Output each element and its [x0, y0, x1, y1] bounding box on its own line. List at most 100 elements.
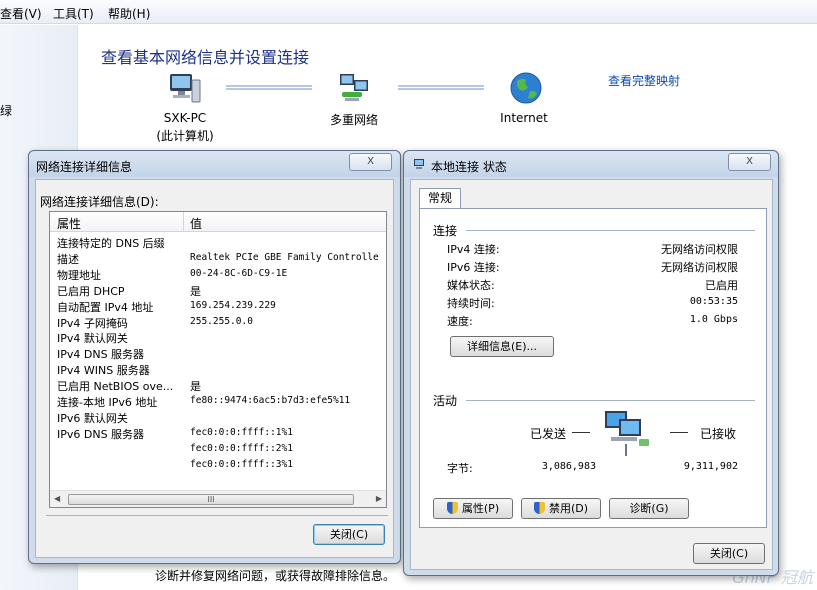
table-row[interactable]: 已启用 NetBIOS ove... 是	[50, 377, 386, 393]
table-row[interactable]: IPv4 子网掩码 255.255.0.0	[50, 314, 386, 330]
details-titlebar-close-button[interactable]: X	[349, 153, 392, 171]
row-property: 自动配置 IPv4 地址	[57, 300, 154, 314]
row-value: 169.254.239.229	[190, 299, 276, 311]
status-titlebar[interactable]: 本地连接 状态 X	[404, 151, 778, 177]
table-row[interactable]: 连接特定的 DNS 后缀	[50, 234, 386, 250]
map-connector-2	[398, 85, 484, 90]
table-row[interactable]: 自动配置 IPv4 地址 169.254.239.229	[50, 298, 386, 314]
scroll-right-icon[interactable]: ▶	[376, 494, 382, 503]
table-row[interactable]: 已启用 DHCP 是	[50, 282, 386, 298]
row-value: 是	[190, 380, 201, 394]
bytes-received-value: 9,311,902	[683, 461, 738, 472]
this-computer-label: SXK-PC (此计算机)	[145, 111, 225, 144]
scroll-left-icon[interactable]: ◀	[54, 494, 60, 503]
status-client-area: 常规 连接 IPv4 连接: 无网络访问权限 IPv6 连接: 无网络访问权限 媒体状态…	[410, 179, 773, 570]
menu-help[interactable]: 帮助(H)	[108, 5, 150, 22]
details-group-label: 网络连接详细信息(D):	[40, 195, 159, 209]
bytes-label: 字节:	[447, 462, 473, 475]
internet-label[interactable]: Internet	[484, 111, 564, 125]
properties-button[interactable]: 属性(P)	[433, 498, 513, 519]
details-button[interactable]: 详细信息(E)...	[450, 336, 554, 357]
connection-row-value: 无网络访问权限	[661, 243, 738, 256]
status-titlebar-close-button[interactable]: X	[728, 153, 771, 171]
table-row[interactable]: 描述 Realtek PCIe GBE Family Controlle	[50, 250, 386, 266]
scroll-thumb[interactable]: III	[68, 494, 354, 505]
row-property: 连接特定的 DNS 后缀	[57, 237, 165, 250]
details-title: 网络连接详细信息	[36, 160, 133, 174]
details-list-header: 属性 值	[50, 212, 386, 232]
column-header-property[interactable]: 属性	[57, 215, 81, 232]
row-property: IPv4 DNS 服务器	[57, 348, 145, 362]
connection-row-value: 00:53:35	[689, 296, 738, 307]
globe-icon	[510, 72, 542, 104]
this-computer-sublabel: (此计算机)	[156, 129, 214, 143]
connection-row-value: 1.0 Gbps	[689, 314, 738, 325]
network-details-dialog: 网络连接详细信息 X 网络连接详细信息(D): 属性 值 连接特定的 DNS 后…	[28, 150, 401, 564]
sent-label: 已发送	[530, 427, 567, 441]
menu-bar: 查看(V) 工具(T) 帮助(H)	[0, 0, 817, 24]
diagnose-button[interactable]: 诊断(G)	[609, 498, 689, 519]
computer-icon	[170, 74, 201, 103]
status-close-button[interactable]: 关闭(C)	[693, 543, 765, 564]
row-property: IPv4 默认网关	[57, 332, 128, 346]
details-titlebar[interactable]: 网络连接详细信息 X	[29, 151, 400, 177]
row-property: 已启用 DHCP	[57, 284, 125, 298]
table-row[interactable]: IPv4 WINS 服务器	[50, 361, 386, 377]
table-row[interactable]: IPv4 默认网关	[50, 329, 386, 345]
connection-status-dialog: 本地连接 状态 X 常规 连接 IPv4 连接: 无网络访问权限 IPv6 连接: 无…	[403, 150, 779, 576]
connection-row-label: 媒体状态:	[447, 279, 495, 292]
table-row[interactable]: 物理地址 00-24-8C-6D-C9-1E	[50, 266, 386, 282]
disable-button[interactable]: 禁用(D)	[521, 498, 601, 519]
received-dash	[670, 432, 688, 433]
table-row[interactable]: fec0:0:0:ffff::3%1	[50, 457, 386, 473]
connection-row-label: 速度:	[447, 315, 473, 328]
details-list[interactable]: 属性 值 连接特定的 DNS 后缀 描述 Realtek PCIe GBE Fami…	[49, 211, 387, 508]
row-property: 已启用 NetBIOS ove...	[57, 380, 174, 394]
connection-section-label: 连接	[433, 224, 458, 238]
multiple-networks-icon	[340, 74, 368, 101]
details-close-button[interactable]: 关闭(C)	[313, 524, 385, 545]
row-property: 描述	[57, 252, 79, 266]
full-map-link[interactable]: 查看完整映射	[608, 72, 680, 89]
computer-name: SXK-PC	[163, 111, 207, 125]
network-activity-icon	[605, 411, 649, 456]
map-connector-1	[226, 85, 312, 90]
row-property: 连接-本地 IPv6 地址	[57, 396, 158, 409]
row-property: IPv6 默认网关	[57, 411, 128, 425]
multiple-networks-label[interactable]: 多重网络	[314, 111, 394, 128]
row-value: fe80::9474:6ac5:b7d3:efe5%11	[190, 395, 351, 406]
details-client-area: 网络连接详细信息(D): 属性 值 连接特定的 DNS 后缀 描述 Realtek …	[35, 179, 394, 558]
row-value: 255.255.0.0	[190, 315, 253, 327]
troubleshoot-description: 诊断并修复网络问题，或获得故障排除信息。	[155, 569, 396, 583]
status-title: 本地连接 状态	[431, 160, 507, 174]
column-header-value[interactable]: 值	[190, 215, 202, 232]
page-title: 查看基本网络信息并设置连接	[101, 48, 310, 67]
tab-general[interactable]: 常规	[419, 188, 461, 208]
table-row[interactable]: fec0:0:0:ffff::2%1	[50, 441, 386, 457]
disable-button-label: 禁用(D)	[548, 502, 589, 515]
general-tab-panel: 连接 IPv4 连接: 无网络访问权限 IPv6 连接: 无网络访问权限 媒体状态: 已启…	[419, 208, 767, 528]
connection-separator	[466, 230, 755, 231]
connection-row-label: 持续时间:	[447, 297, 495, 310]
table-row[interactable]: 连接-本地 IPv6 地址 fe80::9474:6ac5:b7d3:efe5%1…	[50, 393, 386, 409]
column-divider[interactable]	[183, 212, 184, 232]
bytes-sent-value: 3,086,983	[541, 461, 596, 472]
menu-tools[interactable]: 工具(T)	[53, 5, 94, 22]
connection-row-value: 已启用	[705, 279, 738, 292]
uac-shield-icon	[533, 502, 545, 514]
table-row[interactable]: IPv4 DNS 服务器	[50, 345, 386, 361]
table-row[interactable]: IPv6 DNS 服务器 fec0:0:0:ffff::1%1	[50, 425, 386, 441]
row-value: 是	[190, 284, 201, 298]
row-property: IPv4 WINS 服务器	[57, 364, 150, 378]
row-value: fec0:0:0:ffff::3%1	[190, 458, 293, 470]
left-pane-text-fragment[interactable]: 绿	[0, 102, 12, 119]
menu-view[interactable]: 查看(V)	[0, 5, 42, 22]
table-row[interactable]: IPv6 默认网关	[50, 409, 386, 425]
connection-row-label: IPv4 连接:	[447, 243, 500, 256]
details-horizontal-scrollbar[interactable]: ◀ III ▶	[50, 490, 386, 507]
details-separator	[46, 515, 388, 516]
row-value: 00-24-8C-6D-C9-1E	[190, 267, 288, 279]
network-connection-icon	[414, 159, 424, 169]
connection-row-label: IPv6 连接:	[447, 261, 500, 274]
row-value: Realtek PCIe GBE Family Controlle	[190, 251, 379, 263]
